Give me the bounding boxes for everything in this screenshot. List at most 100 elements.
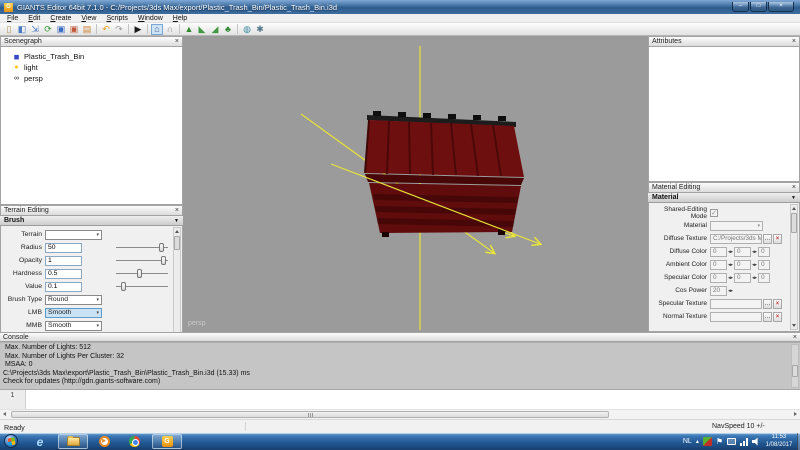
hardness-input[interactable] <box>45 269 82 279</box>
diffuse-g-input[interactable] <box>734 247 751 257</box>
scenegraph-node-plastic-trash-bin[interactable]: ◼ Plastic_Trash_Bin <box>3 51 180 62</box>
brush-section-title[interactable]: Brush <box>4 217 24 224</box>
start-button[interactable] <box>4 434 18 448</box>
value-input[interactable] <box>45 282 82 292</box>
spinner-icon[interactable]: ◂▸ <box>751 275 758 281</box>
taskbar-windows-explorer[interactable] <box>58 434 88 449</box>
trash-bin-model[interactable] <box>365 111 524 237</box>
close-icon[interactable]: × <box>793 334 797 341</box>
terrain-lower-icon[interactable]: ◣ <box>196 24 208 35</box>
minimize-button[interactable]: – <box>732 2 749 12</box>
horizontal-scrollbar[interactable] <box>0 409 800 419</box>
scrollbar-thumb[interactable] <box>174 236 180 250</box>
collapse-icon[interactable]: ▼ <box>174 218 179 224</box>
radius-input[interactable] <box>45 243 82 253</box>
remove-texture-button[interactable]: × <box>773 312 782 322</box>
remove-texture-button[interactable]: × <box>773 234 782 244</box>
spinner-icon[interactable]: ◂▸ <box>727 262 734 268</box>
taskbar-giants-editor[interactable]: G <box>152 434 182 449</box>
opacity-input[interactable] <box>45 256 82 266</box>
scroll-up-icon[interactable] <box>792 207 796 210</box>
ambient-b-input[interactable] <box>758 260 770 270</box>
save-icon[interactable]: ▣ <box>55 24 67 35</box>
opacity-slider[interactable] <box>116 256 168 265</box>
paste-icon[interactable]: ▤ <box>81 24 93 35</box>
spinner-icon[interactable]: ◂▸ <box>727 275 734 281</box>
menu-view[interactable]: View <box>76 14 101 23</box>
settings-icon[interactable]: ✱ <box>254 24 266 35</box>
brush-type-dropdown[interactable]: Round ▾ <box>45 295 102 305</box>
scrollbar-thumb[interactable] <box>791 213 797 233</box>
close-icon[interactable]: × <box>175 38 179 45</box>
language-indicator[interactable]: NL <box>683 438 692 445</box>
slider-thumb[interactable] <box>161 256 166 265</box>
scroll-up-icon[interactable] <box>175 230 179 233</box>
spinner-icon[interactable]: ◂▸ <box>727 249 734 255</box>
close-icon[interactable]: × <box>792 184 796 191</box>
ambient-g-input[interactable] <box>734 260 751 270</box>
viewport-3d[interactable]: persp <box>183 36 648 332</box>
action-center-flag-icon[interactable]: ⚑ <box>716 437 723 446</box>
remove-texture-button[interactable]: × <box>773 299 782 309</box>
slider-thumb[interactable] <box>137 269 142 278</box>
script-editor-line[interactable]: 1 <box>0 389 800 409</box>
play-icon[interactable]: ▶ <box>132 24 144 35</box>
new-file-icon[interactable]: ▯ <box>3 24 15 35</box>
mmb-dropdown[interactable]: Smooth ▾ <box>45 321 102 331</box>
terrain-dropdown[interactable]: ▾ <box>45 230 102 240</box>
hardness-slider[interactable] <box>116 269 168 278</box>
taskbar-internet-explorer[interactable]: e <box>26 434 54 449</box>
import-icon[interactable]: ⇲ <box>29 24 41 35</box>
maximize-button[interactable]: □ <box>750 2 767 12</box>
render-mode-icon[interactable]: ◍ <box>241 24 253 35</box>
terrain-smooth-icon[interactable]: ◢ <box>209 24 221 35</box>
foliage-paint-icon[interactable]: ♣ <box>222 24 234 35</box>
specular-texture-field[interactable] <box>710 299 762 309</box>
close-icon[interactable]: × <box>175 207 179 214</box>
material-dropdown[interactable]: ▾ <box>710 221 763 231</box>
undo-icon[interactable]: ↶ <box>100 24 112 35</box>
scroll-down-icon[interactable] <box>792 324 796 327</box>
save-as-icon[interactable]: ▣ <box>68 24 80 35</box>
open-folder-icon[interactable]: ◧ <box>16 24 28 35</box>
normal-texture-field[interactable] <box>710 312 762 322</box>
browse-button[interactable]: … <box>763 234 772 244</box>
menu-create[interactable]: Create <box>45 14 76 23</box>
close-icon[interactable]: × <box>792 38 796 45</box>
console-scrollbar[interactable] <box>791 344 799 388</box>
spinner-icon[interactable]: ◂▸ <box>751 262 758 268</box>
scenegraph-node-light[interactable]: ● light <box>3 62 180 73</box>
close-button[interactable]: × <box>768 2 794 12</box>
slider-thumb[interactable] <box>121 282 126 291</box>
specular-g-input[interactable] <box>734 273 751 283</box>
material-scrollbar[interactable] <box>790 204 798 330</box>
radius-slider[interactable] <box>116 243 168 252</box>
menu-help[interactable]: Help <box>168 14 192 23</box>
menu-edit[interactable]: Edit <box>23 14 45 23</box>
scenegraph-node-persp[interactable]: ∞ persp <box>3 73 180 84</box>
spinner-icon[interactable]: ◂▸ <box>751 249 758 255</box>
specular-r-input[interactable] <box>710 273 727 283</box>
menu-window[interactable]: Window <box>133 14 168 23</box>
scrollbar-thumb[interactable] <box>11 411 609 418</box>
window-titlebar[interactable]: G GIANTS Editor 64bit 7.1.0 - C:/Project… <box>0 0 800 14</box>
shared-editing-checkbox[interactable]: ✓ <box>710 209 718 217</box>
reload-icon[interactable]: ⟳ <box>42 24 54 35</box>
scroll-left-icon[interactable] <box>3 412 6 416</box>
material-section-title[interactable]: Material <box>652 194 678 201</box>
diffuse-texture-field[interactable]: C:/Projects/3ds Ma <box>710 234 762 244</box>
network-signal-icon[interactable] <box>740 438 748 446</box>
value-slider[interactable] <box>116 282 168 291</box>
browse-button[interactable]: … <box>763 312 772 322</box>
tray-app-icon[interactable] <box>703 437 712 446</box>
diffuse-r-input[interactable] <box>710 247 727 257</box>
diffuse-b-input[interactable] <box>758 247 770 257</box>
taskbar-clock[interactable]: 11:53 1/08/2017 <box>762 434 796 449</box>
cos-power-input[interactable] <box>710 286 727 296</box>
scrollbar-thumb[interactable] <box>792 365 798 377</box>
ambient-r-input[interactable] <box>710 260 727 270</box>
collapse-icon[interactable]: ▼ <box>791 195 796 201</box>
lock-icon[interactable]: ∩ <box>164 24 176 35</box>
redo-icon[interactable]: ↷ <box>113 24 125 35</box>
display-icon[interactable] <box>727 438 736 445</box>
